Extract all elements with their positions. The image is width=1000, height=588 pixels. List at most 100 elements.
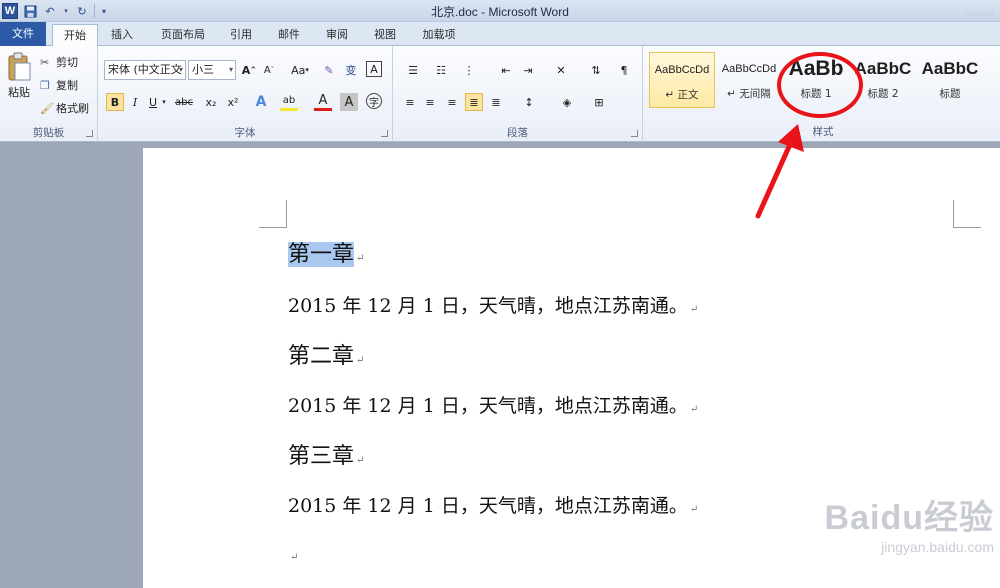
show-marks-icon[interactable]: ¶ (615, 61, 633, 79)
heading-chapter-2[interactable]: 第二章 ↵ (288, 338, 364, 370)
copy-icon: ❐ (40, 78, 50, 92)
align-right-icon[interactable]: ≡ (443, 93, 461, 111)
heading-chapter-1[interactable]: 第一章 ↵ (288, 236, 364, 268)
style-name: 标题 (939, 88, 961, 100)
sort-icon[interactable]: ⇅ (587, 61, 605, 79)
multilevel-list-icon[interactable]: ⋮ (457, 61, 481, 79)
clear-formatting-icon[interactable]: ✎ (320, 61, 338, 79)
font-size-value: 小三 (192, 63, 214, 76)
tab-file[interactable]: 文件 (0, 22, 46, 46)
strikethrough-button[interactable]: abc (172, 93, 196, 111)
numbering-icon[interactable]: ☷ (429, 61, 453, 79)
clipboard-dialog-launcher-icon[interactable] (86, 130, 93, 137)
tab-view[interactable]: 视图 (366, 24, 404, 46)
paragraph-dialog-launcher-icon[interactable] (631, 130, 638, 137)
paste-icon (8, 52, 31, 81)
style-name: ↵ 无间隔 (727, 88, 771, 100)
font-color-icon[interactable]: A (314, 93, 332, 111)
asian-layout-icon[interactable]: ✕ (549, 61, 573, 79)
ribbon-tab-row: 文件 开始 插入 页面布局 引用 邮件 审阅 视图 加载项 (0, 22, 1000, 47)
body-paragraph[interactable]: 2015 年 12 月 1 日，天气晴，地点江苏南通。 ↵ (288, 291, 698, 318)
font-size-combo[interactable]: 小三 ▾ (188, 60, 236, 80)
style-preview: AaBbCcDd (721, 63, 777, 75)
align-center-icon[interactable]: ≡ (421, 93, 439, 111)
decrease-indent-icon[interactable]: ⇤ (497, 61, 515, 79)
style-name: ↵ 正文 (665, 89, 699, 101)
bullets-icon[interactable]: ☰ (401, 61, 425, 79)
scissors-icon: ✂ (40, 55, 50, 69)
chevron-down-icon: ▾ (178, 65, 183, 74)
distributed-icon[interactable]: ≣ (487, 93, 505, 111)
chevron-down-icon: ▾ (228, 65, 233, 74)
title-bar: W ↶ ▾ ↻ ▾ 北京.doc - Microsoft Word (0, 0, 1000, 22)
annotation-circle (777, 52, 863, 118)
justify-icon[interactable]: ≣ (465, 93, 483, 111)
change-case-icon[interactable]: Aa ▾ (288, 61, 312, 79)
styles-group-label: 样式 (812, 126, 834, 138)
clipboard-group: 粘贴 ✂ 剪切 ❐ 复制 🖌 格式刷 剪贴板 (0, 46, 98, 142)
highlight-icon[interactable]: ab (280, 93, 298, 111)
body-paragraph[interactable]: 2015 年 12 月 1 日，天气晴，地点江苏南通。 ↵ (288, 391, 698, 418)
tab-home[interactable]: 开始 (52, 24, 98, 47)
style-preview: AaBbCcDd (654, 64, 710, 76)
font-dialog-launcher-icon[interactable] (381, 130, 388, 137)
enclose-char-icon[interactable]: 字 (366, 93, 382, 109)
increase-indent-icon[interactable]: ⇥ (519, 61, 537, 79)
style-name: 副 (984, 86, 1000, 101)
body-paragraph[interactable]: 2015 年 12 月 1 日，天气晴，地点江苏南通。 ↵ (288, 491, 698, 518)
tab-review[interactable]: 审阅 (318, 24, 356, 46)
brush-icon: 🖌 (40, 101, 54, 115)
heading-chapter-3[interactable]: 第三章 ↵ (288, 438, 364, 470)
style-subtitle[interactable]: A 副 (984, 52, 1000, 108)
margin-corner-top-right (953, 200, 981, 228)
italic-button[interactable]: I (126, 93, 144, 111)
style-normal[interactable]: AaBbCcDd ↵ 正文 (649, 52, 715, 108)
body-text: 2015 年 12 月 1 日，天气晴，地点江苏南通。 (288, 395, 688, 417)
format-painter-button[interactable]: 🖌 格式刷 (40, 100, 89, 116)
paragraph-mark: ↵ (689, 504, 699, 515)
body-text: 2015 年 12 月 1 日，天气晴，地点江苏南通。 (288, 495, 688, 517)
grow-font-icon[interactable]: A ^ (240, 61, 258, 79)
underline-dropdown-icon[interactable]: ▾ (160, 93, 168, 111)
window-title: 北京.doc - Microsoft Word (431, 5, 569, 19)
tab-references[interactable]: 引用 (222, 24, 260, 46)
tab-mailings[interactable]: 邮件 (270, 24, 308, 46)
text-effects-icon[interactable]: A (252, 93, 270, 111)
watermark: Baidu经验 jingyan.baidu.com (762, 490, 994, 570)
char-border-icon[interactable]: A (366, 61, 382, 77)
superscript-button[interactable]: x² (224, 93, 242, 111)
watermark-brand: Baidu经验 (824, 499, 994, 537)
style-title[interactable]: AaBbC 标题 (917, 52, 983, 108)
phonetic-guide-icon[interactable]: 变 (342, 61, 360, 79)
borders-icon[interactable]: ⊞ (587, 93, 611, 111)
paragraph-mark: ↵ (689, 304, 699, 315)
font-name-value: 宋体 (中文正文 (108, 63, 182, 76)
paste-label: 粘贴 (8, 86, 30, 99)
copy-button[interactable]: ❐ 复制 (40, 77, 78, 93)
paragraph-mark: ↵ (356, 455, 365, 466)
shading-icon[interactable]: ◈ (555, 93, 579, 111)
line-spacing-icon[interactable]: ↕ (517, 93, 541, 111)
paragraph-mark: ↵ (689, 404, 699, 415)
tab-page-layout[interactable]: 页面布局 (152, 24, 214, 46)
tab-insert[interactable]: 插入 (102, 24, 142, 46)
format-painter-label: 格式刷 (56, 102, 89, 115)
window-controls[interactable] (964, 2, 994, 16)
paste-button[interactable]: 粘贴 (4, 52, 34, 108)
heading-text: 第三章 (288, 444, 355, 469)
paragraph-group-label: 段落 (507, 127, 528, 139)
font-name-combo[interactable]: 宋体 (中文正文 ▾ (104, 60, 186, 80)
copy-label: 复制 (56, 79, 78, 92)
shrink-font-icon[interactable]: Aˇ (260, 61, 278, 79)
cut-button[interactable]: ✂ 剪切 (40, 54, 78, 70)
selected-text: 第一章 (288, 242, 355, 267)
font-group: 宋体 (中文正文 ▾ 小三 ▾ A ^ Aˇ Aa ▾ ✎ 变 A B I U ▾ … (98, 46, 393, 142)
char-shading-icon[interactable]: A (340, 93, 358, 111)
style-no-spacing[interactable]: AaBbCcDd ↵ 无间隔 (716, 52, 782, 108)
paragraph-mark: ↵ (356, 253, 365, 264)
bold-button[interactable]: B (106, 93, 124, 111)
align-left-icon[interactable]: ≡ (401, 93, 419, 111)
empty-paragraph[interactable]: ↵ (288, 550, 298, 563)
subscript-button[interactable]: x₂ (202, 93, 220, 111)
tab-addins[interactable]: 加载项 (414, 24, 464, 46)
